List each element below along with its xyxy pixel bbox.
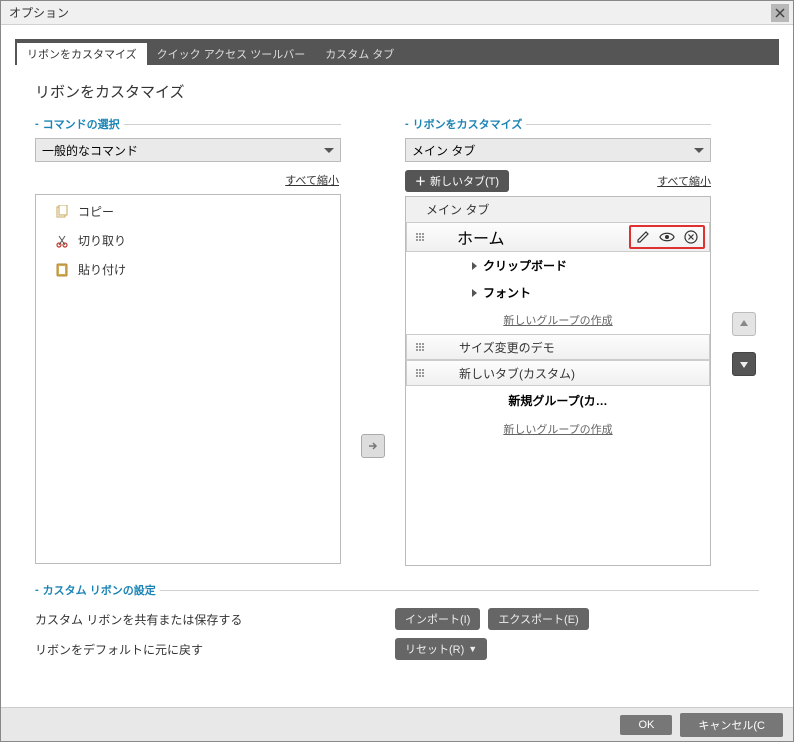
chevron-down-icon [694, 148, 704, 153]
new-group-bold: 新規グループ(カ… [406, 386, 710, 415]
row-actions-highlight [629, 225, 705, 249]
export-button[interactable]: エクスポート(E) [488, 608, 588, 630]
reorder-column [729, 116, 759, 566]
cancel-button[interactable]: キャンセル(C [680, 713, 783, 737]
reset-button[interactable]: リセット(R) ▼ [395, 638, 487, 660]
edit-icon[interactable] [635, 229, 651, 245]
command-copy[interactable]: コピー [46, 199, 330, 224]
window-title: オプション [9, 4, 69, 21]
commands-legend: -コマンドの選択 [35, 116, 341, 132]
tab-quick-access[interactable]: クイック アクセス ツールバー [147, 43, 316, 65]
cut-icon [54, 233, 70, 249]
collapse-all-right[interactable]: すべて縮小 [657, 173, 711, 189]
chevron-right-icon [472, 289, 477, 297]
drag-handle-icon[interactable] [411, 228, 429, 246]
chevron-right-icon [472, 262, 477, 270]
reset-label: リボンをデフォルトに元に戻す [35, 641, 395, 658]
tab-ribbon-customize[interactable]: リボンをカスタマイズ [17, 43, 147, 65]
move-up-button[interactable] [732, 312, 756, 336]
ribbon-column: -リボンをカスタマイズ メイン タブ ＋ 新しいタブ(T) すべて縮小 メイン … [405, 116, 711, 566]
arrow-right-icon [367, 440, 379, 452]
custom-ribbon-section: -カスタム リボンの設定 カスタム リボンを共有または保存する インポート(I)… [35, 582, 759, 660]
new-group-link-2[interactable]: 新しいグループの作成 [406, 415, 710, 443]
new-group-link-1[interactable]: 新しいグループの作成 [406, 306, 710, 334]
chevron-down-icon [324, 148, 334, 153]
commands-select[interactable]: 一般的なコマンド [35, 138, 341, 162]
titlebar: オプション [1, 1, 793, 25]
ribbon-tree[interactable]: メイン タブ ホーム [405, 196, 711, 566]
close-button[interactable] [771, 4, 789, 22]
chevron-down-icon: ▼ [468, 644, 477, 654]
transfer-column [359, 116, 387, 566]
ribbon-select[interactable]: メイン タブ [405, 138, 711, 162]
ribbon-legend: -リボンをカスタマイズ [405, 116, 711, 132]
tree-item-clipboard[interactable]: クリップボード [406, 252, 710, 279]
tree-item-font[interactable]: フォント [406, 279, 710, 306]
arrow-down-icon [738, 358, 750, 370]
dialog-footer: OK キャンセル(C [1, 707, 793, 741]
close-icon [775, 8, 785, 18]
tabstrip: リボンをカスタマイズ クイック アクセス ツールバー カスタム タブ [15, 39, 779, 65]
tree-row-custom-tab[interactable]: 新しいタブ(カスタム) [406, 360, 710, 386]
eye-icon[interactable] [659, 229, 675, 245]
ok-button[interactable]: OK [620, 715, 672, 735]
share-label: カスタム リボンを共有または保存する [35, 611, 395, 628]
tree-header-main: メイン タブ [406, 197, 710, 222]
import-button[interactable]: インポート(I) [395, 608, 480, 630]
plus-icon: ＋ [415, 173, 426, 189]
drag-handle-icon[interactable] [411, 338, 429, 356]
delete-icon[interactable] [683, 229, 699, 245]
collapse-all-left[interactable]: すべて縮小 [35, 172, 339, 188]
command-cut[interactable]: 切り取り [46, 228, 330, 253]
commands-listbox[interactable]: コピー 切り取り 貼り付け [35, 194, 341, 564]
new-tab-button[interactable]: ＋ 新しいタブ(T) [405, 170, 509, 192]
tree-row-home[interactable]: ホーム [406, 222, 710, 252]
page-title: リボンをカスタマイズ [35, 81, 759, 102]
add-command-button[interactable] [361, 434, 385, 458]
tree-row-resize-demo[interactable]: サイズ変更のデモ [406, 334, 710, 360]
arrow-up-icon [738, 318, 750, 330]
commands-column: -コマンドの選択 一般的なコマンド すべて縮小 コピー 切り取り [35, 116, 341, 566]
command-paste[interactable]: 貼り付け [46, 257, 330, 282]
custom-legend: -カスタム リボンの設定 [35, 582, 759, 598]
copy-icon [54, 204, 70, 220]
drag-handle-icon[interactable] [411, 364, 429, 382]
tab-custom-tab[interactable]: カスタム タブ [315, 43, 404, 65]
move-down-button[interactable] [732, 352, 756, 376]
paste-icon [54, 262, 70, 278]
